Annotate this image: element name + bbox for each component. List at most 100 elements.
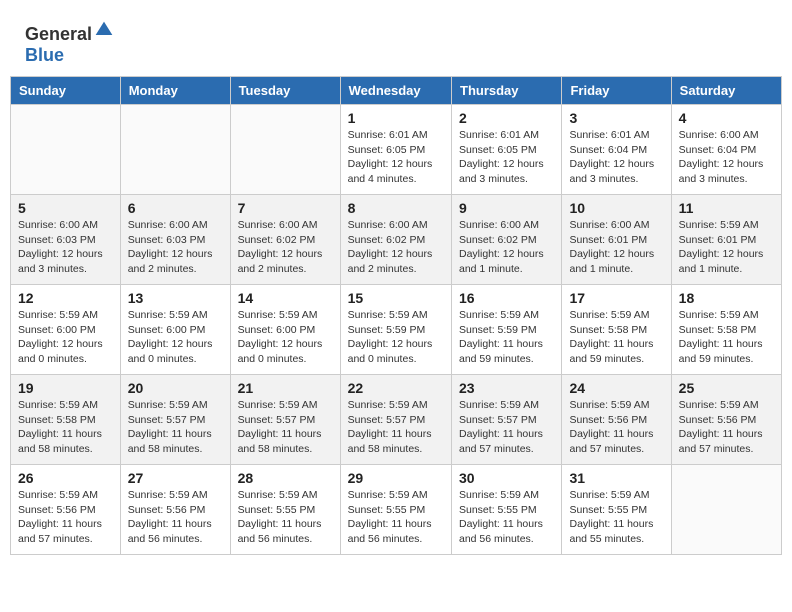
calendar-week-row: 1 Sunrise: 6:01 AM Sunset: 6:05 PM Daylig… xyxy=(11,105,782,195)
day-info: Sunrise: 5:59 AM Sunset: 5:57 PM Dayligh… xyxy=(238,398,333,457)
day-number: 15 xyxy=(348,290,444,306)
day-info: Sunrise: 5:59 AM Sunset: 5:56 PM Dayligh… xyxy=(128,488,223,547)
day-number: 20 xyxy=(128,380,223,396)
day-number: 16 xyxy=(459,290,554,306)
day-info: Sunrise: 5:59 AM Sunset: 5:58 PM Dayligh… xyxy=(569,308,663,367)
day-info: Sunrise: 5:59 AM Sunset: 5:58 PM Dayligh… xyxy=(18,398,113,457)
logo-icon xyxy=(94,20,114,40)
calendar-cell: 10 Sunrise: 6:00 AM Sunset: 6:01 PM Dayli… xyxy=(562,195,671,285)
day-info: Sunrise: 5:59 AM Sunset: 5:55 PM Dayligh… xyxy=(238,488,333,547)
day-info: Sunrise: 5:59 AM Sunset: 5:58 PM Dayligh… xyxy=(679,308,774,367)
day-number: 25 xyxy=(679,380,774,396)
calendar-cell: 27Sunrise: 5:59 AM Sunset: 5:56 PM Dayli… xyxy=(120,465,230,555)
calendar-cell: 15Sunrise: 5:59 AM Sunset: 5:59 PM Dayli… xyxy=(340,285,451,375)
day-info: Sunrise: 6:00 AM Sunset: 6:03 PM Dayligh… xyxy=(128,218,223,277)
day-info: Sunrise: 5:59 AM Sunset: 5:56 PM Dayligh… xyxy=(569,398,663,457)
calendar-cell xyxy=(120,105,230,195)
day-number: 24 xyxy=(569,380,663,396)
day-info: Sunrise: 5:59 AM Sunset: 5:55 PM Dayligh… xyxy=(569,488,663,547)
calendar-header-row: SundayMondayTuesdayWednesdayThursdayFrid… xyxy=(11,77,782,105)
calendar-cell: 22 Sunrise: 5:59 AM Sunset: 5:57 PM Dayli… xyxy=(340,375,451,465)
day-info: Sunrise: 5:59 AM Sunset: 5:57 PM Dayligh… xyxy=(128,398,223,457)
calendar-cell: 12 Sunrise: 5:59 AM Sunset: 6:00 PM Dayli… xyxy=(11,285,121,375)
day-info: Sunrise: 6:00 AM Sunset: 6:03 PM Dayligh… xyxy=(18,218,113,277)
calendar-cell xyxy=(230,105,340,195)
day-info: Sunrise: 6:00 AM Sunset: 6:02 PM Dayligh… xyxy=(348,218,444,277)
day-info: Sunrise: 6:01 AM Sunset: 6:05 PM Dayligh… xyxy=(459,128,554,187)
calendar-cell: 29 Sunrise: 5:59 AM Sunset: 5:55 PM Dayli… xyxy=(340,465,451,555)
day-number: 17 xyxy=(569,290,663,306)
calendar-cell: 3Sunrise: 6:01 AM Sunset: 6:04 PM Daylig… xyxy=(562,105,671,195)
day-number: 12 xyxy=(18,290,113,306)
day-info: Sunrise: 5:59 AM Sunset: 5:59 PM Dayligh… xyxy=(459,308,554,367)
calendar-cell: 30Sunrise: 5:59 AM Sunset: 5:55 PM Dayli… xyxy=(452,465,562,555)
day-info: Sunrise: 6:01 AM Sunset: 6:05 PM Dayligh… xyxy=(348,128,444,187)
day-number: 5 xyxy=(18,200,113,216)
day-info: Sunrise: 5:59 AM Sunset: 6:00 PM Dayligh… xyxy=(18,308,113,367)
logo-blue: Blue xyxy=(25,45,64,65)
day-number: 26 xyxy=(18,470,113,486)
day-number: 6 xyxy=(128,200,223,216)
day-number: 13 xyxy=(128,290,223,306)
weekday-header: Friday xyxy=(562,77,671,105)
day-number: 9 xyxy=(459,200,554,216)
day-number: 11 xyxy=(679,200,774,216)
calendar-cell: 17 Sunrise: 5:59 AM Sunset: 5:58 PM Dayli… xyxy=(562,285,671,375)
calendar-cell: 23 Sunrise: 5:59 AM Sunset: 5:57 PM Dayli… xyxy=(452,375,562,465)
day-info: Sunrise: 6:00 AM Sunset: 6:01 PM Dayligh… xyxy=(569,218,663,277)
day-info: Sunrise: 5:59 AM Sunset: 5:56 PM Dayligh… xyxy=(679,398,774,457)
day-number: 2 xyxy=(459,110,554,126)
calendar-week-row: 12 Sunrise: 5:59 AM Sunset: 6:00 PM Dayli… xyxy=(11,285,782,375)
calendar-cell: 7 Sunrise: 6:00 AM Sunset: 6:02 PM Daylig… xyxy=(230,195,340,285)
day-info: Sunrise: 5:59 AM Sunset: 5:57 PM Dayligh… xyxy=(459,398,554,457)
calendar-cell: 6 Sunrise: 6:00 AM Sunset: 6:03 PM Daylig… xyxy=(120,195,230,285)
calendar-cell: 21Sunrise: 5:59 AM Sunset: 5:57 PM Dayli… xyxy=(230,375,340,465)
calendar-week-row: 19Sunrise: 5:59 AM Sunset: 5:58 PM Dayli… xyxy=(11,375,782,465)
day-number: 1 xyxy=(348,110,444,126)
day-info: Sunrise: 6:01 AM Sunset: 6:04 PM Dayligh… xyxy=(569,128,663,187)
day-info: Sunrise: 6:00 AM Sunset: 6:04 PM Dayligh… xyxy=(679,128,774,187)
calendar-cell: 5 Sunrise: 6:00 AM Sunset: 6:03 PM Daylig… xyxy=(11,195,121,285)
weekday-header: Monday xyxy=(120,77,230,105)
logo: General Blue xyxy=(25,20,114,66)
calendar-cell: 14 Sunrise: 5:59 AM Sunset: 6:00 PM Dayli… xyxy=(230,285,340,375)
day-info: Sunrise: 5:59 AM Sunset: 6:00 PM Dayligh… xyxy=(238,308,333,367)
logo-general: General xyxy=(25,24,92,44)
calendar-cell: 25 Sunrise: 5:59 AM Sunset: 5:56 PM Dayli… xyxy=(671,375,781,465)
day-number: 10 xyxy=(569,200,663,216)
calendar-week-row: 26 Sunrise: 5:59 AM Sunset: 5:56 PM Dayli… xyxy=(11,465,782,555)
day-number: 23 xyxy=(459,380,554,396)
weekday-header: Wednesday xyxy=(340,77,451,105)
calendar-week-row: 5 Sunrise: 6:00 AM Sunset: 6:03 PM Daylig… xyxy=(11,195,782,285)
calendar-cell: 18 Sunrise: 5:59 AM Sunset: 5:58 PM Dayli… xyxy=(671,285,781,375)
day-info: Sunrise: 6:00 AM Sunset: 6:02 PM Dayligh… xyxy=(238,218,333,277)
calendar-cell: 8 Sunrise: 6:00 AM Sunset: 6:02 PM Daylig… xyxy=(340,195,451,285)
weekday-header: Saturday xyxy=(671,77,781,105)
day-info: Sunrise: 5:59 AM Sunset: 6:01 PM Dayligh… xyxy=(679,218,774,277)
day-number: 8 xyxy=(348,200,444,216)
day-info: Sunrise: 6:00 AM Sunset: 6:02 PM Dayligh… xyxy=(459,218,554,277)
day-info: Sunrise: 5:59 AM Sunset: 5:55 PM Dayligh… xyxy=(348,488,444,547)
day-number: 4 xyxy=(679,110,774,126)
calendar-cell xyxy=(671,465,781,555)
day-number: 18 xyxy=(679,290,774,306)
calendar-cell: 19Sunrise: 5:59 AM Sunset: 5:58 PM Dayli… xyxy=(11,375,121,465)
day-number: 29 xyxy=(348,470,444,486)
calendar-table: SundayMondayTuesdayWednesdayThursdayFrid… xyxy=(10,76,782,555)
calendar-cell: 13 Sunrise: 5:59 AM Sunset: 6:00 PM Dayli… xyxy=(120,285,230,375)
day-number: 28 xyxy=(238,470,333,486)
calendar-cell: 2 Sunrise: 6:01 AM Sunset: 6:05 PM Daylig… xyxy=(452,105,562,195)
calendar-cell: 31 Sunrise: 5:59 AM Sunset: 5:55 PM Dayli… xyxy=(562,465,671,555)
page-header: General Blue xyxy=(10,10,782,71)
day-number: 14 xyxy=(238,290,333,306)
day-number: 7 xyxy=(238,200,333,216)
calendar-cell: 11 Sunrise: 5:59 AM Sunset: 6:01 PM Dayli… xyxy=(671,195,781,285)
day-number: 31 xyxy=(569,470,663,486)
calendar-cell: 1 Sunrise: 6:01 AM Sunset: 6:05 PM Daylig… xyxy=(340,105,451,195)
calendar-cell: 28 Sunrise: 5:59 AM Sunset: 5:55 PM Dayli… xyxy=(230,465,340,555)
day-info: Sunrise: 5:59 AM Sunset: 6:00 PM Dayligh… xyxy=(128,308,223,367)
weekday-header: Thursday xyxy=(452,77,562,105)
day-info: Sunrise: 5:59 AM Sunset: 5:56 PM Dayligh… xyxy=(18,488,113,547)
day-info: Sunrise: 5:59 AM Sunset: 5:57 PM Dayligh… xyxy=(348,398,444,457)
day-number: 22 xyxy=(348,380,444,396)
